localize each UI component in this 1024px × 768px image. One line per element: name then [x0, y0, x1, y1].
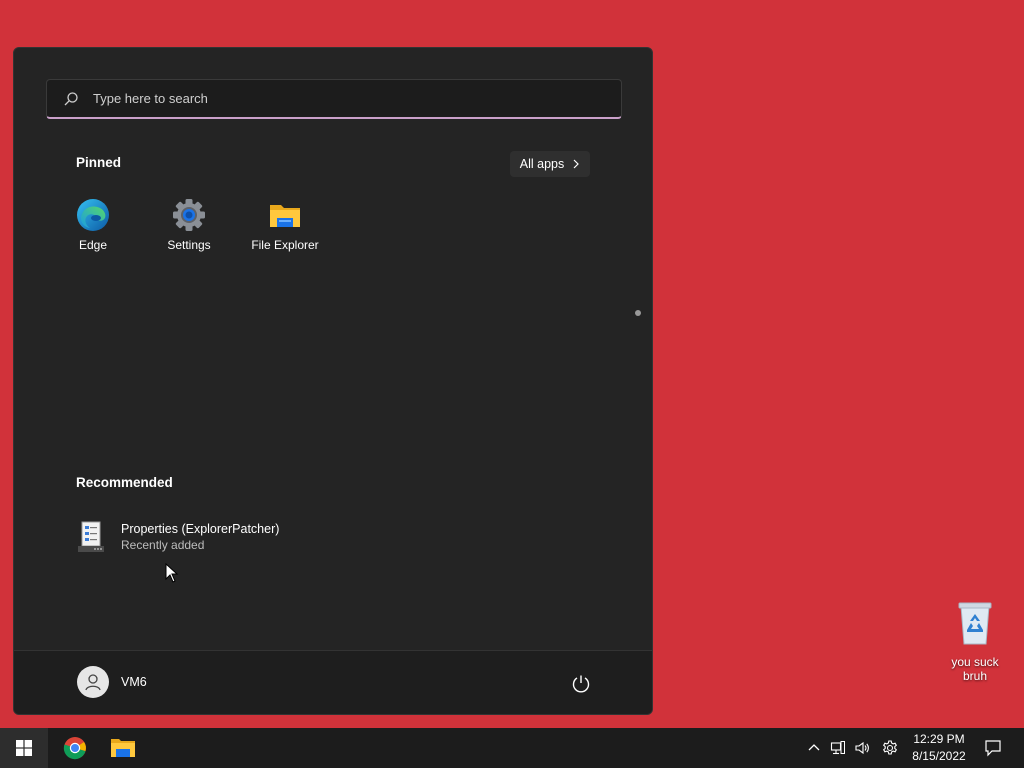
all-apps-label: All apps — [519, 157, 565, 171]
pinned-app-settings[interactable]: Settings — [145, 198, 233, 252]
desktop-icon-recycle-bin[interactable]: you suck bruh — [940, 600, 1010, 683]
taskbar: 12:29 PM 8/15/2022 — [0, 728, 1024, 768]
notification-icon[interactable] — [984, 739, 1002, 757]
recommended-item-name: Properties (ExplorerPatcher) — [121, 522, 280, 536]
search-input[interactable] — [91, 90, 575, 107]
network-icon[interactable] — [830, 740, 846, 756]
mouse-cursor-icon — [165, 563, 179, 583]
pinned-app-label: Edge — [78, 238, 108, 252]
chevron-right-icon — [573, 159, 580, 169]
recommended-text: Properties (ExplorerPatcher) Recently ad… — [121, 522, 279, 552]
edge-icon — [77, 199, 109, 231]
chrome-icon — [63, 737, 86, 760]
user-name: VM6 — [121, 675, 147, 689]
file-explorer-icon — [111, 739, 135, 757]
pinned-app-file-explorer[interactable]: File Explorer — [241, 198, 329, 252]
chevron-up-icon[interactable] — [806, 740, 822, 756]
clock-time: 12:29 PM — [913, 732, 965, 746]
all-apps-button[interactable]: All apps — [510, 151, 590, 177]
start-menu-footer: VM6 — [14, 650, 652, 714]
pinned-app-label: File Explorer — [251, 238, 319, 252]
recommended-item[interactable]: Properties (ExplorerPatcher) Recently ad… — [76, 516, 376, 558]
system-clock[interactable]: 12:29 PM 8/15/2022 — [906, 731, 972, 765]
pinned-app-edge[interactable]: Edge — [49, 198, 137, 252]
recommended-item-subtitle: Recently added — [121, 538, 205, 552]
gear-icon[interactable] — [882, 740, 898, 756]
page-indicator-dot[interactable] — [635, 310, 641, 316]
clock-date: 8/15/2022 — [912, 749, 966, 763]
volume-icon[interactable] — [854, 740, 870, 756]
search-icon — [64, 91, 78, 105]
search-box[interactable] — [46, 79, 622, 119]
windows-logo-icon — [16, 740, 32, 756]
recommended-title: Recommended — [76, 475, 173, 490]
user-icon — [85, 674, 101, 691]
start-menu: Pinned All apps Edge — [13, 47, 653, 715]
desktop-icon-label: you suck bruh — [951, 655, 999, 683]
power-icon[interactable] — [570, 673, 592, 695]
folder-icon — [270, 205, 300, 227]
gear-icon — [173, 199, 205, 231]
avatar — [77, 666, 109, 698]
recycle-bin-icon — [958, 602, 992, 645]
start-button[interactable] — [0, 728, 48, 768]
user-account-button[interactable]: VM6 — [77, 666, 147, 698]
pinned-app-label: Settings — [167, 238, 211, 252]
taskbar-file-explorer-button[interactable] — [99, 728, 147, 768]
properties-file-icon — [78, 521, 104, 552]
pinned-title: Pinned — [76, 155, 122, 170]
taskbar-chrome-button[interactable] — [51, 728, 99, 768]
